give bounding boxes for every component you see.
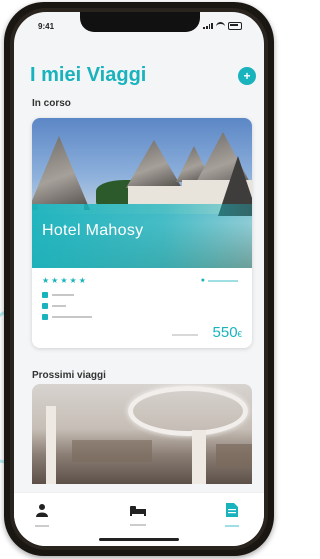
map-pin-icon: ● [200,277,205,284]
phone-frame: 9:41 I miei Viaggi + In corso Hotel Maho… [4,2,274,556]
ceiling-light [128,386,248,436]
trip-price: 550€ [212,324,242,341]
map-link[interactable]: ● [201,277,238,284]
star-icon: ★ [42,276,50,285]
shelf-shape [216,444,252,468]
bed-icon [42,303,48,309]
shelf-shape [72,440,152,462]
pillar-shape [192,430,206,484]
status-time: 9:41 [38,22,55,31]
tab-profile[interactable] [22,503,62,527]
detail-text [52,305,66,307]
plus-circle-icon: + [243,69,251,83]
price-label [172,334,198,336]
tab-documents[interactable] [212,503,252,527]
section-current-label: In corso [32,98,71,109]
signal-icon [203,23,213,29]
home-indicator [99,538,179,541]
star-icon: ★ [51,276,59,285]
battery-icon [228,22,242,30]
detail-row [42,292,74,298]
app-screen: 9:41 I miei Viaggi + In corso Hotel Maho… [14,12,264,546]
detail-text [52,294,74,296]
trip-hotel-name: Hotel Mahosy [42,222,144,239]
tab-label [225,525,239,527]
person-icon [36,504,48,517]
section-upcoming-label: Prossimi viaggi [32,370,106,381]
star-icon: ★ [60,276,68,285]
trullo-roof [126,140,182,188]
wifi-icon [216,22,225,30]
rating-stars: ★ ★ ★ ★ ★ [42,276,86,285]
tab-label [35,525,49,527]
status-icons [203,22,242,30]
trip-details: ★ ★ ★ ★ ★ ● 550€ [32,268,252,348]
bed-icon [130,506,146,516]
detail-text [52,316,92,318]
detail-row [42,314,92,320]
person-icon [42,314,48,320]
calendar-icon [42,292,48,298]
add-trip-button[interactable]: + [238,67,256,85]
tab-label [130,524,146,526]
pillar-shape [46,406,56,484]
upcoming-trip-photo[interactable] [32,384,252,484]
star-icon: ★ [69,276,77,285]
page-title: I miei Viaggi [30,64,147,86]
detail-row [42,303,66,309]
document-icon [226,503,238,517]
star-icon: ★ [78,276,86,285]
hotel-photo: Hotel Mahosy [32,118,252,268]
trullo-roof [32,136,90,210]
phone-notch [80,12,200,32]
map-link-text [208,279,238,282]
current-trip-card[interactable]: Hotel Mahosy ★ ★ ★ ★ ★ ● 550€ [32,118,252,348]
tab-trips[interactable] [118,503,158,526]
